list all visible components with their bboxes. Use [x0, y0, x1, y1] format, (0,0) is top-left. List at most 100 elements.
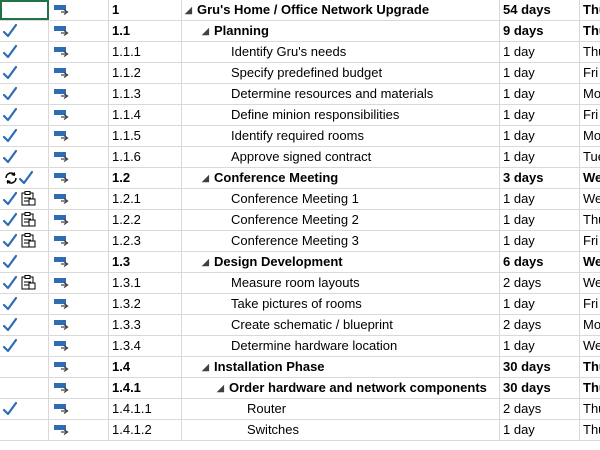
task-mode-cell[interactable] — [49, 0, 109, 20]
wbs-cell[interactable]: 1.4.1.1 — [109, 399, 182, 419]
task-mode-cell[interactable] — [49, 189, 109, 209]
wbs-cell[interactable]: 1.4.1.2 — [109, 420, 182, 440]
task-name-cell[interactable]: Conference Meeting 3 — [182, 231, 500, 251]
wbs-cell[interactable]: 1 — [109, 0, 182, 20]
duration-cell[interactable]: 1 day — [500, 210, 580, 230]
start-cell[interactable]: We — [580, 252, 600, 272]
task-name-cell[interactable]: Conference Meeting 1 — [182, 189, 500, 209]
task-row[interactable]: 1.3.2 Take pictures of rooms 1 day Fri — [0, 294, 600, 315]
task-name-cell[interactable]: ◢ Gru's Home / Office Network Upgrade — [182, 0, 500, 20]
task-row[interactable]: 1.2.1 Conference Meeting 1 1 day We — [0, 189, 600, 210]
task-name-cell[interactable]: Switches — [182, 420, 500, 440]
wbs-cell[interactable]: 1.3.1 — [109, 273, 182, 293]
task-name-cell[interactable]: Determine resources and materials — [182, 84, 500, 104]
task-row[interactable]: 1.1.6 Approve signed contract 1 dayTue — [0, 147, 600, 168]
indicators-cell[interactable] — [0, 126, 49, 146]
duration-cell[interactable]: 1 day — [500, 126, 580, 146]
summary-task-row[interactable]: 1.4◢Installation Phase30 daysThu — [0, 357, 600, 378]
wbs-cell[interactable]: 1.3.3 — [109, 315, 182, 335]
indicators-cell[interactable] — [0, 105, 49, 125]
wbs-cell[interactable]: 1.2.2 — [109, 210, 182, 230]
task-mode-cell[interactable] — [49, 147, 109, 167]
collapse-toggle-icon[interactable]: ◢ — [202, 357, 214, 377]
task-mode-cell[interactable] — [49, 63, 109, 83]
wbs-cell[interactable]: 1.3.4 — [109, 336, 182, 356]
start-cell[interactable]: Thu — [580, 21, 600, 41]
duration-cell[interactable]: 1 day — [500, 336, 580, 356]
summary-task-row[interactable]: 1.4.1 ◢ Order hardware and network compone… — [0, 378, 600, 399]
start-cell[interactable]: Mo — [580, 84, 600, 104]
task-row[interactable]: 1.4.1.1 Router 2 daysThu — [0, 399, 600, 420]
task-name-cell[interactable]: Specify predefined budget — [182, 63, 500, 83]
task-mode-cell[interactable] — [49, 420, 109, 440]
duration-cell[interactable]: 1 day — [500, 84, 580, 104]
summary-task-row[interactable]: 1 ◢ Gru's Home / Office Network Upgrade 54 … — [0, 0, 600, 21]
indicators-cell[interactable] — [0, 378, 49, 398]
task-mode-cell[interactable] — [49, 210, 109, 230]
start-cell[interactable]: Fri — [580, 294, 600, 314]
indicators-cell[interactable] — [0, 294, 49, 314]
duration-cell[interactable]: 2 days — [500, 399, 580, 419]
task-name-cell[interactable]: Determine hardware location — [182, 336, 500, 356]
task-mode-cell[interactable] — [49, 84, 109, 104]
indicators-cell[interactable] — [0, 231, 49, 251]
duration-cell[interactable]: 1 day — [500, 147, 580, 167]
indicators-cell[interactable] — [0, 21, 49, 41]
task-name-cell[interactable]: ◢ Order hardware and network components — [182, 378, 500, 398]
indicators-cell[interactable] — [0, 189, 49, 209]
task-name-cell[interactable]: Router — [182, 399, 500, 419]
duration-cell[interactable]: 30 days — [500, 378, 580, 398]
task-name-cell[interactable]: ◢ Conference Meeting — [182, 168, 500, 188]
duration-cell[interactable]: 54 days — [500, 0, 580, 20]
wbs-cell[interactable]: 1.4 — [109, 357, 182, 377]
wbs-cell[interactable]: 1.3 — [109, 252, 182, 272]
start-cell[interactable]: Thu — [580, 378, 600, 398]
start-cell[interactable]: Fri — [580, 231, 600, 251]
start-cell[interactable]: We — [580, 336, 600, 356]
wbs-cell[interactable]: 1.1 — [109, 21, 182, 41]
task-row[interactable]: 1.2.3 Conference Meeting 3 1 day Fri — [0, 231, 600, 252]
duration-cell[interactable]: 2 days — [500, 315, 580, 335]
task-mode-cell[interactable] — [49, 315, 109, 335]
duration-cell[interactable]: 2 days — [500, 273, 580, 293]
wbs-cell[interactable]: 1.1.2 — [109, 63, 182, 83]
collapse-toggle-icon[interactable]: ◢ — [217, 378, 229, 398]
task-mode-cell[interactable] — [49, 252, 109, 272]
task-mode-cell[interactable] — [49, 231, 109, 251]
wbs-cell[interactable]: 1.2.1 — [109, 189, 182, 209]
task-row[interactable]: 1.3.1 Measure room layouts 2 days We — [0, 273, 600, 294]
duration-cell[interactable]: 1 day — [500, 294, 580, 314]
task-mode-cell[interactable] — [49, 105, 109, 125]
task-row[interactable]: 1.1.1 Identify Gru's needs 1 dayThu — [0, 42, 600, 63]
duration-cell[interactable]: 1 day — [500, 420, 580, 440]
wbs-cell[interactable]: 1.1.1 — [109, 42, 182, 62]
indicators-cell[interactable] — [0, 63, 49, 83]
indicators-cell[interactable] — [0, 0, 49, 20]
task-row[interactable]: 1.1.4 Define minion responsibilities 1 day… — [0, 105, 600, 126]
start-cell[interactable]: Fri — [580, 105, 600, 125]
task-mode-cell[interactable] — [49, 126, 109, 146]
wbs-cell[interactable]: 1.1.4 — [109, 105, 182, 125]
indicators-cell[interactable] — [0, 273, 49, 293]
duration-cell[interactable]: 6 days — [500, 252, 580, 272]
task-name-cell[interactable]: Approve signed contract — [182, 147, 500, 167]
wbs-cell[interactable]: 1.2.3 — [109, 231, 182, 251]
start-cell[interactable]: Tue — [580, 147, 600, 167]
start-cell[interactable]: Mo — [580, 126, 600, 146]
collapse-toggle-icon[interactable]: ◢ — [202, 252, 214, 272]
indicators-cell[interactable] — [0, 42, 49, 62]
task-mode-cell[interactable] — [49, 357, 109, 377]
indicators-cell[interactable] — [0, 315, 49, 335]
indicators-cell[interactable] — [0, 399, 49, 419]
task-name-cell[interactable]: Take pictures of rooms — [182, 294, 500, 314]
indicators-cell[interactable] — [0, 357, 49, 377]
start-cell[interactable]: Thu — [580, 399, 600, 419]
task-row[interactable]: 1.2.2 Conference Meeting 2 1 dayThu — [0, 210, 600, 231]
task-mode-cell[interactable] — [49, 42, 109, 62]
start-cell[interactable]: We — [580, 168, 600, 188]
start-cell[interactable]: Thu — [580, 357, 600, 377]
wbs-cell[interactable]: 1.2 — [109, 168, 182, 188]
task-name-cell[interactable]: Identify Gru's needs — [182, 42, 500, 62]
start-cell[interactable]: Thu — [580, 420, 600, 440]
task-row[interactable]: 1.1.3 Determine resources and materials 1 … — [0, 84, 600, 105]
